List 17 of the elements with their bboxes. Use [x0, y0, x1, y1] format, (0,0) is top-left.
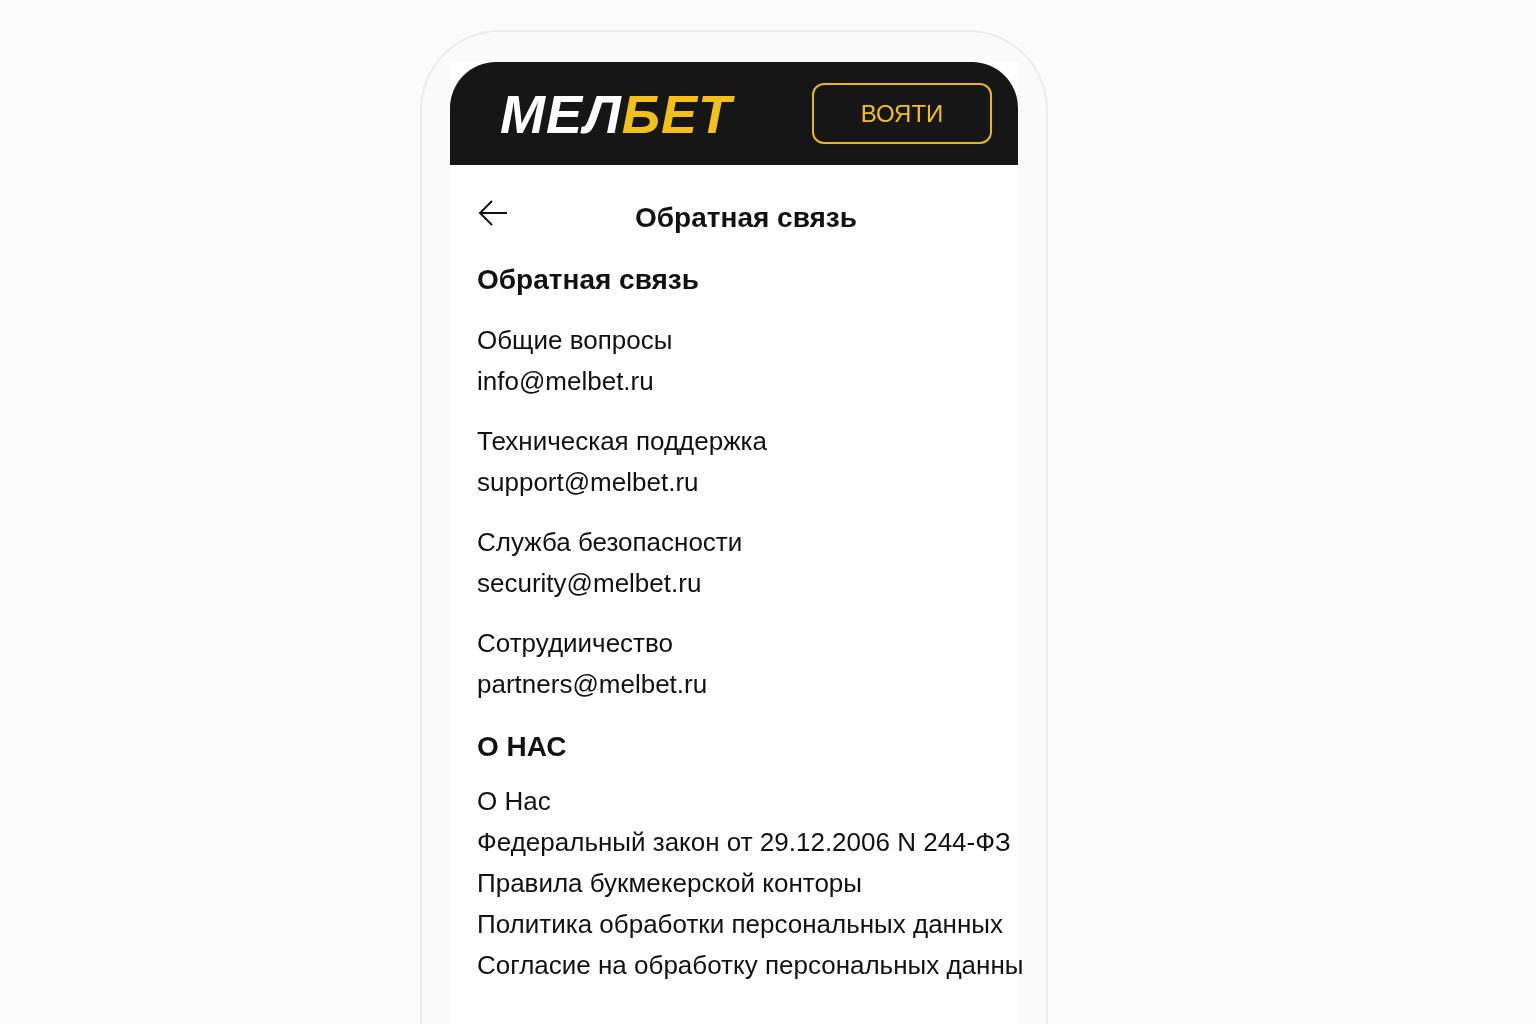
- about-link[interactable]: Политика обработки персональных данных: [477, 904, 1018, 945]
- page-title: Обратная связь: [635, 202, 857, 234]
- login-button[interactable]: ВОЯТИ: [812, 83, 992, 144]
- contact-email[interactable]: info@melbet.ru: [477, 361, 1018, 402]
- contact-label: Служба безопасности: [477, 526, 744, 559]
- about-link[interactable]: О Нас: [477, 781, 1018, 822]
- section-heading: Обратная связь: [477, 264, 700, 296]
- contact-label: Общие вопросы: [477, 324, 674, 357]
- contact-email[interactable]: security@melbet.ru: [477, 563, 1018, 604]
- about-link[interactable]: Правила букмекерской конторы: [477, 863, 1018, 904]
- section-heading: О НАС: [477, 731, 568, 763]
- back-arrow-icon[interactable]: [477, 198, 509, 228]
- about-link[interactable]: Федеральный закон от 29.12.2006 N 244-ФЗ: [477, 822, 1018, 863]
- contact-email[interactable]: partners@melbet.ru: [477, 664, 1018, 705]
- contact-label: Сотрудиичество: [477, 627, 674, 660]
- contact-label: Техническая поддержка: [477, 425, 768, 458]
- contact-email[interactable]: support@melbet.ru: [477, 462, 1018, 503]
